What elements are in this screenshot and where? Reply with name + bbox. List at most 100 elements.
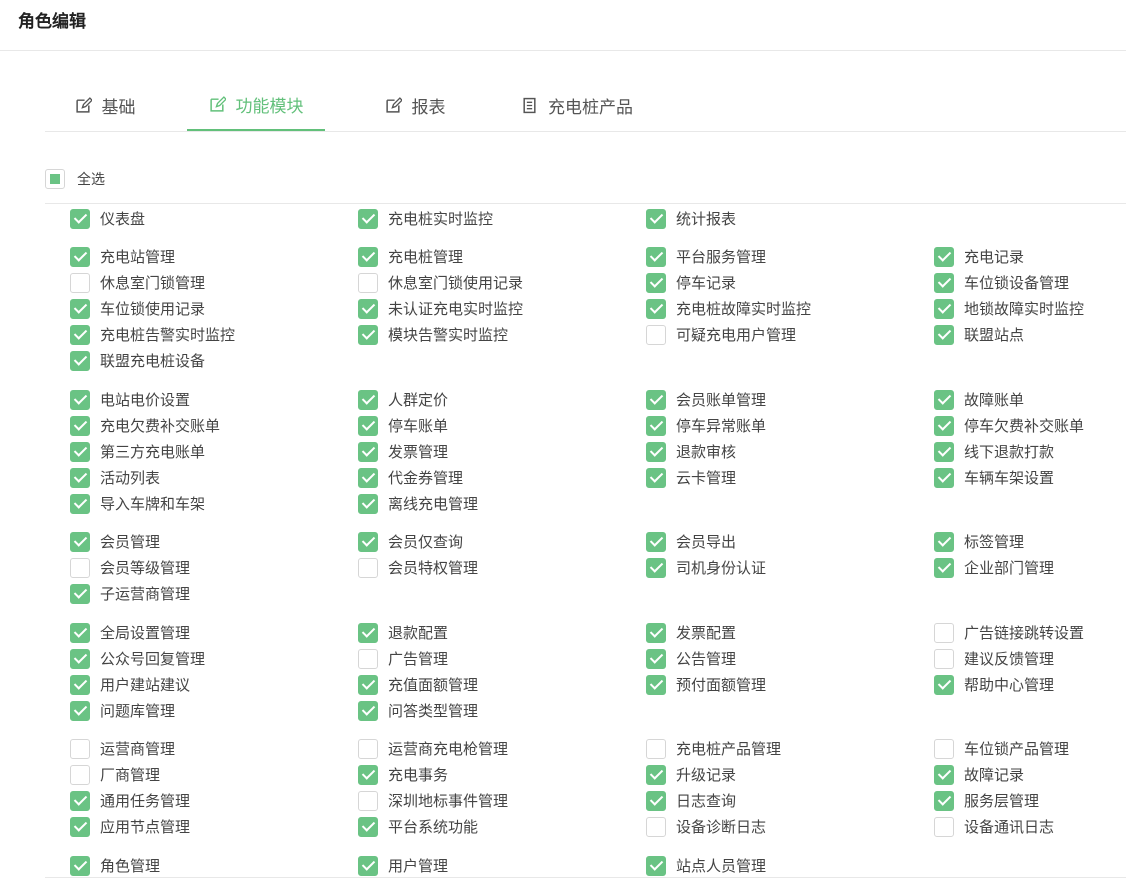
permission-item[interactable]: 会员账单管理: [646, 389, 766, 410]
permission-item[interactable]: 仪表盘: [70, 208, 145, 229]
permission-item[interactable]: 运营商充电枪管理: [358, 738, 508, 759]
permission-item[interactable]: 用户管理: [358, 855, 448, 876]
checkbox-checked[interactable]: [358, 441, 378, 462]
tab-basic[interactable]: 基础: [45, 80, 165, 131]
permission-item[interactable]: 充电桩产品管理: [646, 738, 781, 759]
checkbox-checked[interactable]: [646, 557, 666, 578]
checkbox-checked[interactable]: [70, 622, 90, 643]
checkbox-checked[interactable]: [646, 648, 666, 669]
checkbox-checked[interactable]: [934, 415, 954, 436]
permission-item[interactable]: 升级记录: [646, 764, 736, 785]
checkbox-checked[interactable]: [358, 674, 378, 695]
permission-item[interactable]: 角色管理: [70, 855, 160, 876]
checkbox-checked[interactable]: [646, 622, 666, 643]
checkbox-unchecked[interactable]: [358, 790, 378, 811]
checkbox-checked[interactable]: [358, 531, 378, 552]
checkbox-checked[interactable]: [934, 324, 954, 345]
checkbox-checked[interactable]: [358, 700, 378, 721]
checkbox-checked[interactable]: [646, 674, 666, 695]
permission-item[interactable]: 未认证充电实时监控: [358, 298, 523, 319]
permission-item[interactable]: 标签管理: [934, 531, 1024, 552]
permission-item[interactable]: 退款审核: [646, 441, 736, 462]
permission-item[interactable]: 站点人员管理: [646, 855, 766, 876]
checkbox-checked[interactable]: [358, 415, 378, 436]
permission-item[interactable]: 车位锁使用记录: [70, 298, 205, 319]
checkbox-checked[interactable]: [70, 648, 90, 669]
permission-item[interactable]: 可疑充电用户管理: [646, 324, 796, 345]
checkbox-checked[interactable]: [358, 855, 378, 876]
checkbox-unchecked[interactable]: [70, 557, 90, 578]
permission-item[interactable]: 电站电价设置: [70, 389, 190, 410]
permission-item[interactable]: 充电桩管理: [358, 246, 463, 267]
checkbox-checked[interactable]: [70, 350, 90, 371]
checkbox-checked[interactable]: [358, 208, 378, 229]
checkbox-checked[interactable]: [358, 622, 378, 643]
checkbox-checked[interactable]: [70, 583, 90, 604]
tab-charger-products[interactable]: 充电桩产品: [507, 80, 647, 131]
checkbox-checked[interactable]: [70, 816, 90, 837]
checkbox-checked[interactable]: [646, 208, 666, 229]
permission-item[interactable]: 司机身份认证: [646, 557, 766, 578]
checkbox-checked[interactable]: [646, 467, 666, 488]
checkbox-checked[interactable]: [70, 467, 90, 488]
checkbox-checked[interactable]: [934, 272, 954, 293]
checkbox-checked[interactable]: [934, 467, 954, 488]
checkbox-unchecked[interactable]: [70, 738, 90, 759]
checkbox-checked[interactable]: [358, 246, 378, 267]
tab-reports[interactable]: 报表: [365, 80, 465, 131]
permission-item[interactable]: 停车记录: [646, 272, 736, 293]
permission-item[interactable]: 充电桩实时监控: [358, 208, 493, 229]
checkbox-checked[interactable]: [70, 531, 90, 552]
checkbox-checked[interactable]: [646, 531, 666, 552]
permission-item[interactable]: 充电站管理: [70, 246, 175, 267]
permission-item[interactable]: 用户建站建议: [70, 674, 190, 695]
checkbox-checked[interactable]: [70, 208, 90, 229]
checkbox-checked[interactable]: [934, 246, 954, 267]
permission-item[interactable]: 日志查询: [646, 790, 736, 811]
permission-item[interactable]: 会员导出: [646, 531, 736, 552]
permission-item[interactable]: 车位锁设备管理: [934, 272, 1069, 293]
checkbox-checked[interactable]: [358, 764, 378, 785]
permission-item[interactable]: 停车异常账单: [646, 415, 766, 436]
permission-item[interactable]: 设备诊断日志: [646, 816, 766, 837]
checkbox-unchecked[interactable]: [934, 622, 954, 643]
checkbox-checked[interactable]: [70, 441, 90, 462]
permission-item[interactable]: 充电记录: [934, 246, 1024, 267]
permission-item[interactable]: 深圳地标事件管理: [358, 790, 508, 811]
permission-item[interactable]: 模块告警实时监控: [358, 324, 508, 345]
permission-item[interactable]: 统计报表: [646, 208, 736, 229]
checkbox-checked[interactable]: [646, 790, 666, 811]
checkbox-checked[interactable]: [358, 298, 378, 319]
checkbox-checked[interactable]: [70, 415, 90, 436]
checkbox-checked[interactable]: [646, 764, 666, 785]
permission-item[interactable]: 故障记录: [934, 764, 1024, 785]
permission-item[interactable]: 发票管理: [358, 441, 448, 462]
checkbox-checked[interactable]: [934, 389, 954, 410]
checkbox-unchecked[interactable]: [358, 272, 378, 293]
permission-item[interactable]: 平台系统功能: [358, 816, 478, 837]
tab-function-modules[interactable]: 功能模块: [187, 80, 325, 131]
checkbox-unchecked[interactable]: [934, 648, 954, 669]
permission-item[interactable]: 云卡管理: [646, 467, 736, 488]
select-all-checkbox[interactable]: 全选: [45, 169, 105, 189]
checkbox-checked[interactable]: [646, 272, 666, 293]
checkbox-checked[interactable]: [934, 531, 954, 552]
permission-item[interactable]: 故障账单: [934, 389, 1024, 410]
permission-item[interactable]: 休息室门锁使用记录: [358, 272, 523, 293]
checkbox-checked[interactable]: [70, 855, 90, 876]
checkbox-unchecked[interactable]: [70, 764, 90, 785]
permission-item[interactable]: 退款配置: [358, 622, 448, 643]
permission-item[interactable]: 充值面额管理: [358, 674, 478, 695]
permission-item[interactable]: 发票配置: [646, 622, 736, 643]
permission-item[interactable]: 子运营商管理: [70, 583, 190, 604]
permission-item[interactable]: 离线充电管理: [358, 493, 478, 514]
checkbox-checked[interactable]: [934, 557, 954, 578]
permission-item[interactable]: 会员管理: [70, 531, 160, 552]
permission-item[interactable]: 休息室门锁管理: [70, 272, 205, 293]
permission-item[interactable]: 通用任务管理: [70, 790, 190, 811]
checkbox-partial[interactable]: [45, 169, 65, 189]
permission-item[interactable]: 帮助中心管理: [934, 674, 1054, 695]
permission-item[interactable]: 停车欠费补交账单: [934, 415, 1084, 436]
permission-item[interactable]: 会员仅查询: [358, 531, 463, 552]
checkbox-checked[interactable]: [646, 415, 666, 436]
